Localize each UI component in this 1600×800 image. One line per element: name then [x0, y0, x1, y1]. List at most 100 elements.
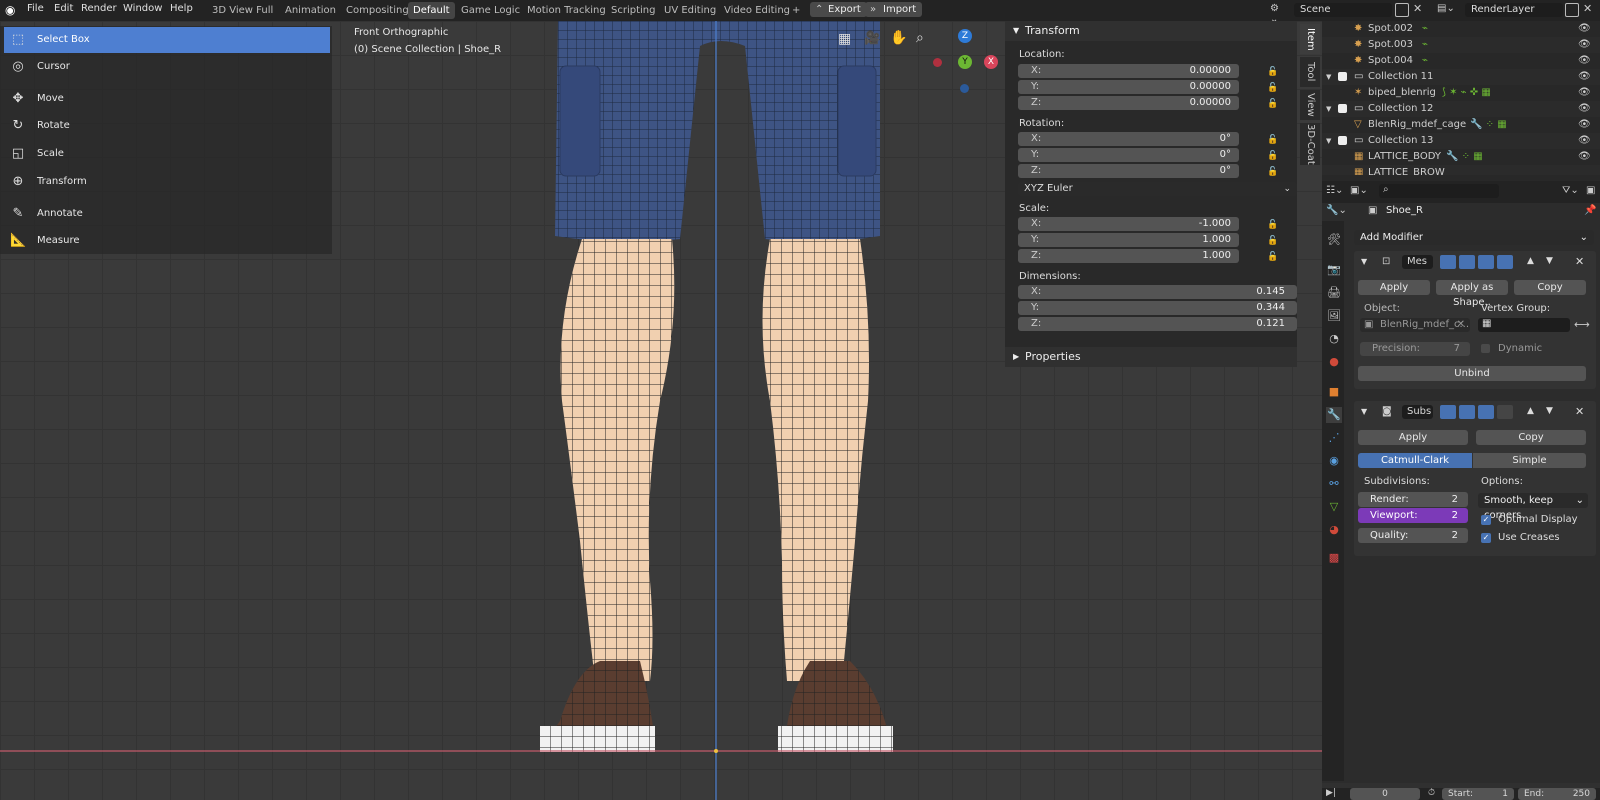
pan-hand-icon[interactable]: ✋: [890, 30, 907, 46]
scale-y-field[interactable]: Y: 1.000: [1018, 233, 1239, 247]
menu-window[interactable]: Window: [123, 3, 162, 14]
uv-smooth-dropdown[interactable]: Smooth, keep corners ⌄: [1478, 493, 1588, 521]
eye-icon[interactable]: 👁: [1578, 69, 1591, 85]
precision-field[interactable]: Precision: 7: [1360, 342, 1470, 356]
tool-select-box[interactable]: ⬚ Select Box: [4, 27, 330, 53]
outliner-row[interactable]: ▽ BlenRig_mdef_cage 🔧 ⁘ ▦ 👁: [1322, 117, 1600, 133]
tab-3d-coat[interactable]: 3D-Coat: [1300, 123, 1320, 165]
outliner-row[interactable]: ✸ Spot.002 ⌁ 👁: [1322, 21, 1600, 37]
move-up-icon[interactable]: ▲: [1527, 256, 1534, 266]
lock-icon[interactable]: 🔓: [1267, 236, 1278, 246]
scene-properties-icon[interactable]: ◔: [1326, 331, 1342, 347]
dimension-z-field[interactable]: Z: 0.121: [1018, 317, 1297, 331]
current-frame-field[interactable]: 0: [1350, 788, 1420, 800]
blender-logo-icon[interactable]: ◉: [5, 3, 19, 17]
export-button[interactable]: ⌃ Export: [810, 2, 867, 17]
gizmo-y-axis[interactable]: Y: [958, 55, 972, 69]
collapse-arrow-icon[interactable]: ▼: [1361, 407, 1367, 416]
outliner-row[interactable]: ▼ ▭ Collection 12 👁: [1322, 101, 1600, 117]
scene-icon[interactable]: ⚙ ⌄: [1270, 3, 1290, 25]
lock-icon[interactable]: 🔓: [1267, 67, 1278, 77]
tool-scale[interactable]: ◱ Scale: [4, 141, 330, 167]
tab-animation[interactable]: Animation: [280, 2, 341, 19]
tab-3d-view-full[interactable]: 3D View Full: [207, 2, 278, 19]
end-frame-field[interactable]: End: 250: [1518, 788, 1596, 800]
collection-checkbox[interactable]: [1338, 136, 1347, 145]
camera-icon[interactable]: 🎥: [864, 31, 880, 46]
renderlayer-icon[interactable]: ▤⌄: [1437, 3, 1455, 14]
move-down-icon[interactable]: ▼: [1546, 256, 1553, 266]
outliner-row[interactable]: ▼ ▭ Collection 11 👁: [1322, 69, 1600, 85]
tab-default[interactable]: Default: [408, 2, 455, 19]
rotation-z-field[interactable]: Z: 0°: [1018, 164, 1239, 178]
outliner-row[interactable]: ▼ ▭ Collection 13 👁: [1322, 133, 1600, 149]
render-levels-field[interactable]: Render: 2: [1358, 492, 1468, 507]
outliner-row[interactable]: ▦ LATTICE_BODY 🔧 ⁘ ▦ 👁: [1322, 149, 1600, 165]
grid-icon[interactable]: ▦: [838, 31, 851, 47]
move-up-icon[interactable]: ▲: [1527, 406, 1534, 416]
apply-button[interactable]: Apply: [1358, 430, 1468, 445]
outliner-search-input[interactable]: ⌕: [1379, 184, 1499, 198]
tool-move[interactable]: ✥ Move: [4, 86, 330, 112]
close-icon[interactable]: ✕: [1575, 255, 1584, 268]
collapse-arrow-icon[interactable]: ▼: [1326, 101, 1331, 117]
outliner-row[interactable]: ✸ Spot.003 ⌁ 👁: [1322, 37, 1600, 53]
lock-icon[interactable]: 🔓: [1267, 220, 1278, 230]
apply-button[interactable]: Apply: [1358, 280, 1430, 295]
rotation-y-field[interactable]: Y: 0°: [1018, 148, 1239, 162]
eye-icon[interactable]: 👁: [1578, 37, 1591, 53]
tab-motion-tracking[interactable]: Motion Tracking: [522, 2, 611, 19]
output-properties-icon[interactable]: 🖨: [1326, 285, 1342, 301]
move-down-icon[interactable]: ▼: [1546, 406, 1553, 416]
lock-icon[interactable]: 🔓: [1267, 83, 1278, 93]
new-collection-icon[interactable]: ▣: [1586, 185, 1595, 196]
eye-icon[interactable]: 👁: [1578, 133, 1591, 149]
tool-settings-icon[interactable]: 🛠: [1326, 232, 1342, 248]
eye-icon[interactable]: 👁: [1578, 117, 1591, 133]
modifier-properties-icon[interactable]: 🔧: [1326, 407, 1342, 423]
rotation-mode-dropdown[interactable]: XYZ Euler ⌄: [1018, 182, 1297, 196]
world-properties-icon[interactable]: ●: [1326, 354, 1342, 370]
lock-icon[interactable]: 🔓: [1267, 99, 1278, 109]
eye-icon[interactable]: 👁: [1578, 21, 1591, 37]
eye-icon[interactable]: 👁: [1578, 53, 1591, 69]
scene-field[interactable]: Scene: [1294, 3, 1392, 17]
copy-button[interactable]: Copy: [1514, 280, 1586, 295]
invert-icon[interactable]: ⟷: [1574, 318, 1590, 331]
lock-icon[interactable]: 🔓: [1267, 252, 1278, 262]
scale-x-field[interactable]: X: -1.000: [1018, 217, 1239, 231]
object-field[interactable]: ▣ BlenRig_mdef_c... ✕: [1360, 318, 1470, 332]
lock-icon[interactable]: 🔓: [1267, 167, 1278, 177]
tool-measure[interactable]: 📐 Measure: [4, 228, 330, 254]
renderlayer-field[interactable]: RenderLayer: [1465, 3, 1563, 17]
editor-type-icon[interactable]: 🔧⌄: [1326, 205, 1347, 216]
location-x-field[interactable]: X: 0.00000: [1018, 64, 1239, 78]
location-z-field[interactable]: Z: 0.00000: [1018, 96, 1239, 110]
eye-icon[interactable]: 👁: [1578, 149, 1591, 165]
cage-toggle-icon[interactable]: [1497, 255, 1513, 269]
realtime-toggle-icon[interactable]: [1478, 405, 1494, 419]
tab-view[interactable]: View: [1300, 90, 1320, 120]
collapse-arrow-icon[interactable]: ▼: [1361, 257, 1367, 266]
transform-header[interactable]: ▼ Transform: [1005, 21, 1297, 41]
view-layer-icon[interactable]: 🖼: [1326, 308, 1342, 324]
lock-icon[interactable]: 🔓: [1267, 151, 1278, 161]
menu-edit[interactable]: Edit: [54, 3, 73, 14]
start-frame-field[interactable]: Start: 1: [1442, 788, 1514, 800]
tab-video-editing[interactable]: Video Editing: [719, 2, 795, 19]
render-properties-icon[interactable]: 📷: [1326, 262, 1342, 278]
dynamic-checkbox[interactable]: [1481, 344, 1490, 353]
display-mode-icon[interactable]: ☷⌄: [1326, 185, 1343, 196]
gizmo-z-axis[interactable]: Z: [958, 29, 972, 43]
catmull-clark-button[interactable]: Catmull-Clark: [1358, 453, 1472, 468]
add-workspace-button[interactable]: +: [787, 2, 805, 19]
filter-view-icon[interactable]: ▣⌄: [1350, 185, 1368, 196]
object-properties-icon[interactable]: ■: [1326, 384, 1342, 400]
tab-compositing[interactable]: Compositing: [341, 2, 414, 19]
renderlayer-close-icon[interactable]: ✕: [1583, 2, 1592, 15]
gizmo-x-axis[interactable]: X: [984, 55, 998, 69]
cage-toggle-icon[interactable]: [1497, 405, 1513, 419]
rotation-x-field[interactable]: X: 0°: [1018, 132, 1239, 146]
object-data-icon[interactable]: ▽: [1326, 499, 1342, 515]
gizmo-neg-z[interactable]: [960, 84, 969, 93]
